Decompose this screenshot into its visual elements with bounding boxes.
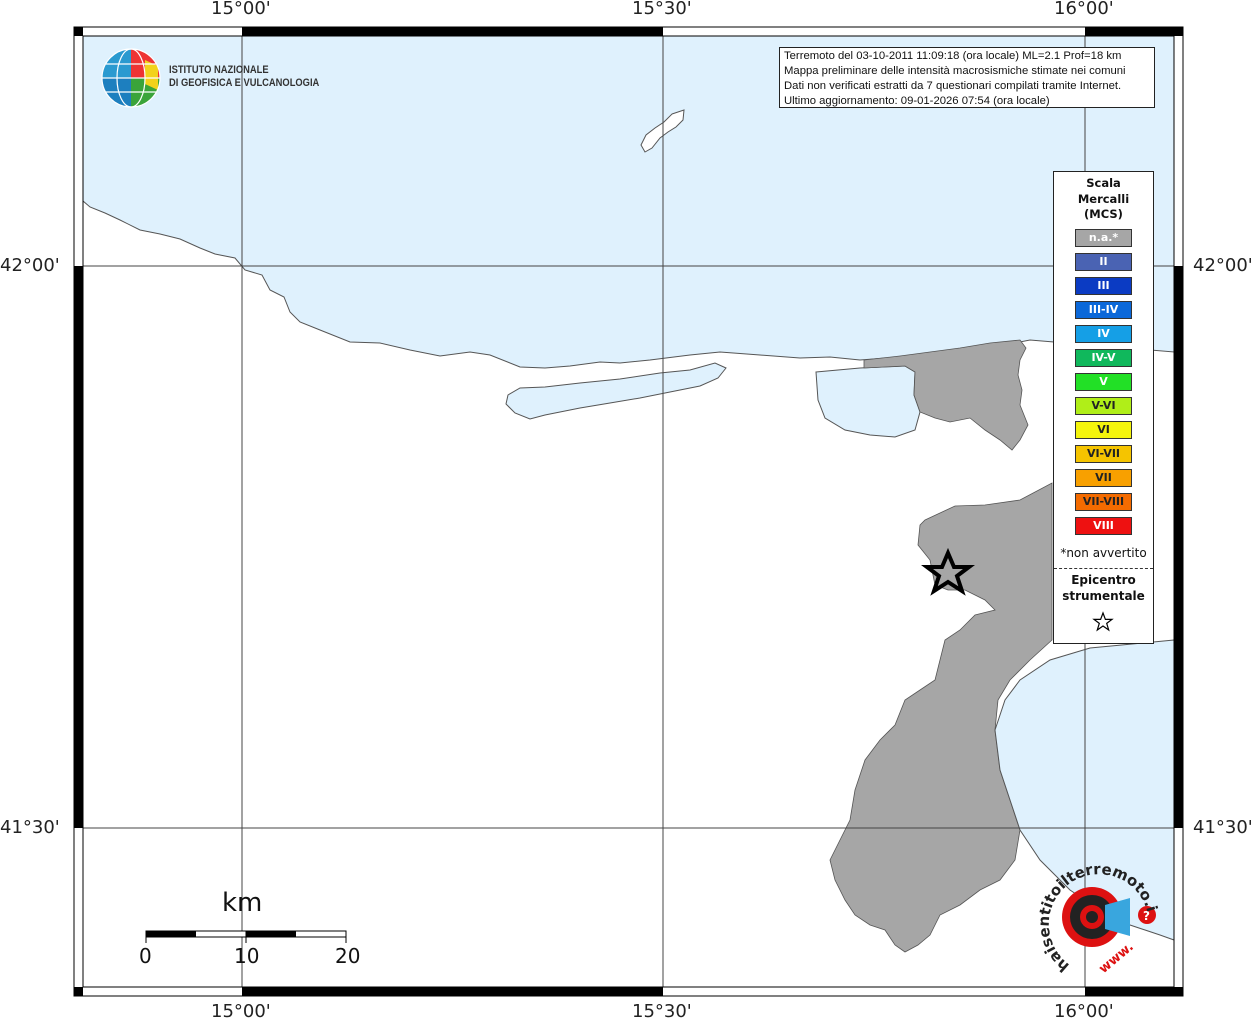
- site-logo-prefix: www.: [1096, 940, 1136, 977]
- site-logo-url: haisentitoilterremoto.it: [1030, 855, 1161, 976]
- svg-text:haisentitoilterremoto.it: haisentitoilterremoto.it: [1030, 855, 1161, 976]
- info-line-data: Dati non verificati estratti da 7 questi…: [784, 80, 1122, 92]
- legend-item: V: [1075, 373, 1132, 391]
- legend-star-icon: [1092, 611, 1114, 632]
- legend-title-line3: (MCS): [1084, 207, 1123, 221]
- ingv-globe-icon: [101, 48, 161, 108]
- legend-item: VIII: [1075, 517, 1132, 535]
- info-line-updated: Ultimo aggiornamento: 09-01-2026 07:54 (…: [784, 95, 1050, 107]
- lat-label-left-4130: 41°30': [0, 817, 60, 838]
- legend-item: VI: [1075, 421, 1132, 439]
- site-logo-text: haisentitoilterremoto.it www.: [1030, 855, 1161, 977]
- institute-name-line2: DI GEOFISICA E VULCANOLOGIA: [169, 77, 320, 89]
- mcs-legend: Scala Mercalli (MCS) n.a.* II III III-IV IV I…: [1053, 171, 1154, 644]
- scale-tick-20: 20: [335, 944, 361, 968]
- institute-name: ISTITUTO NAZIONALE DI GEOFISICA E VULCAN…: [169, 64, 319, 90]
- legend-title-line2: Mercalli: [1077, 191, 1130, 206]
- legend-item: VI-VII: [1075, 445, 1132, 463]
- lat-label-left-4200: 42°00': [0, 255, 60, 276]
- legend-title: Scala Mercalli (MCS): [1054, 176, 1153, 223]
- earthquake-info-box: Terremoto del 03-10-2011 11:09:18 (ora l…: [779, 47, 1155, 108]
- lon-label-top-1500: 15°00': [211, 0, 271, 19]
- lon-label-top-1600: 16°00': [1054, 0, 1114, 19]
- legend-item: III-IV: [1075, 301, 1132, 319]
- legend-epicenter-line1: Epicentro: [1071, 573, 1136, 587]
- legend-item: V-VI: [1075, 397, 1132, 415]
- legend-item: n.a.*: [1075, 229, 1132, 247]
- legend-item: III: [1075, 277, 1132, 295]
- legend-epicenter-line2: strumentale: [1062, 589, 1145, 603]
- institute-name-line1: ISTITUTO NAZIONALE: [169, 64, 269, 76]
- lon-label-top-1530: 15°30': [632, 0, 692, 19]
- legend-item: VII: [1075, 469, 1132, 487]
- lon-label-bottom-1530: 15°30': [632, 1001, 692, 1022]
- legend-item: IV: [1075, 325, 1132, 343]
- lat-label-right-4200: 42°00': [1193, 255, 1253, 276]
- legend-item: VII-VIII: [1075, 493, 1132, 511]
- scale-tick-0: 0: [139, 944, 152, 968]
- info-line-map: Mappa preliminare delle intensità macros…: [784, 65, 1126, 77]
- legend-title-line1: Scala: [1086, 176, 1121, 190]
- legend-item: II: [1075, 253, 1132, 271]
- lon-label-bottom-1500: 15°00': [211, 1001, 271, 1022]
- lon-label-bottom-1600: 16°00': [1054, 1001, 1114, 1022]
- legend-note: *non avvertito: [1060, 546, 1147, 560]
- legend-separator: [1054, 568, 1153, 569]
- scale-bar-unit: km: [222, 888, 263, 918]
- scale-tick-10: 10: [234, 944, 260, 968]
- lat-label-right-4130: 41°30': [1193, 817, 1253, 838]
- info-line-event: Terremoto del 03-10-2011 11:09:18 (ora l…: [784, 50, 1122, 62]
- legend-item: IV-V: [1075, 349, 1132, 367]
- legend-epicenter-label: Epicentro strumentale: [1054, 572, 1153, 604]
